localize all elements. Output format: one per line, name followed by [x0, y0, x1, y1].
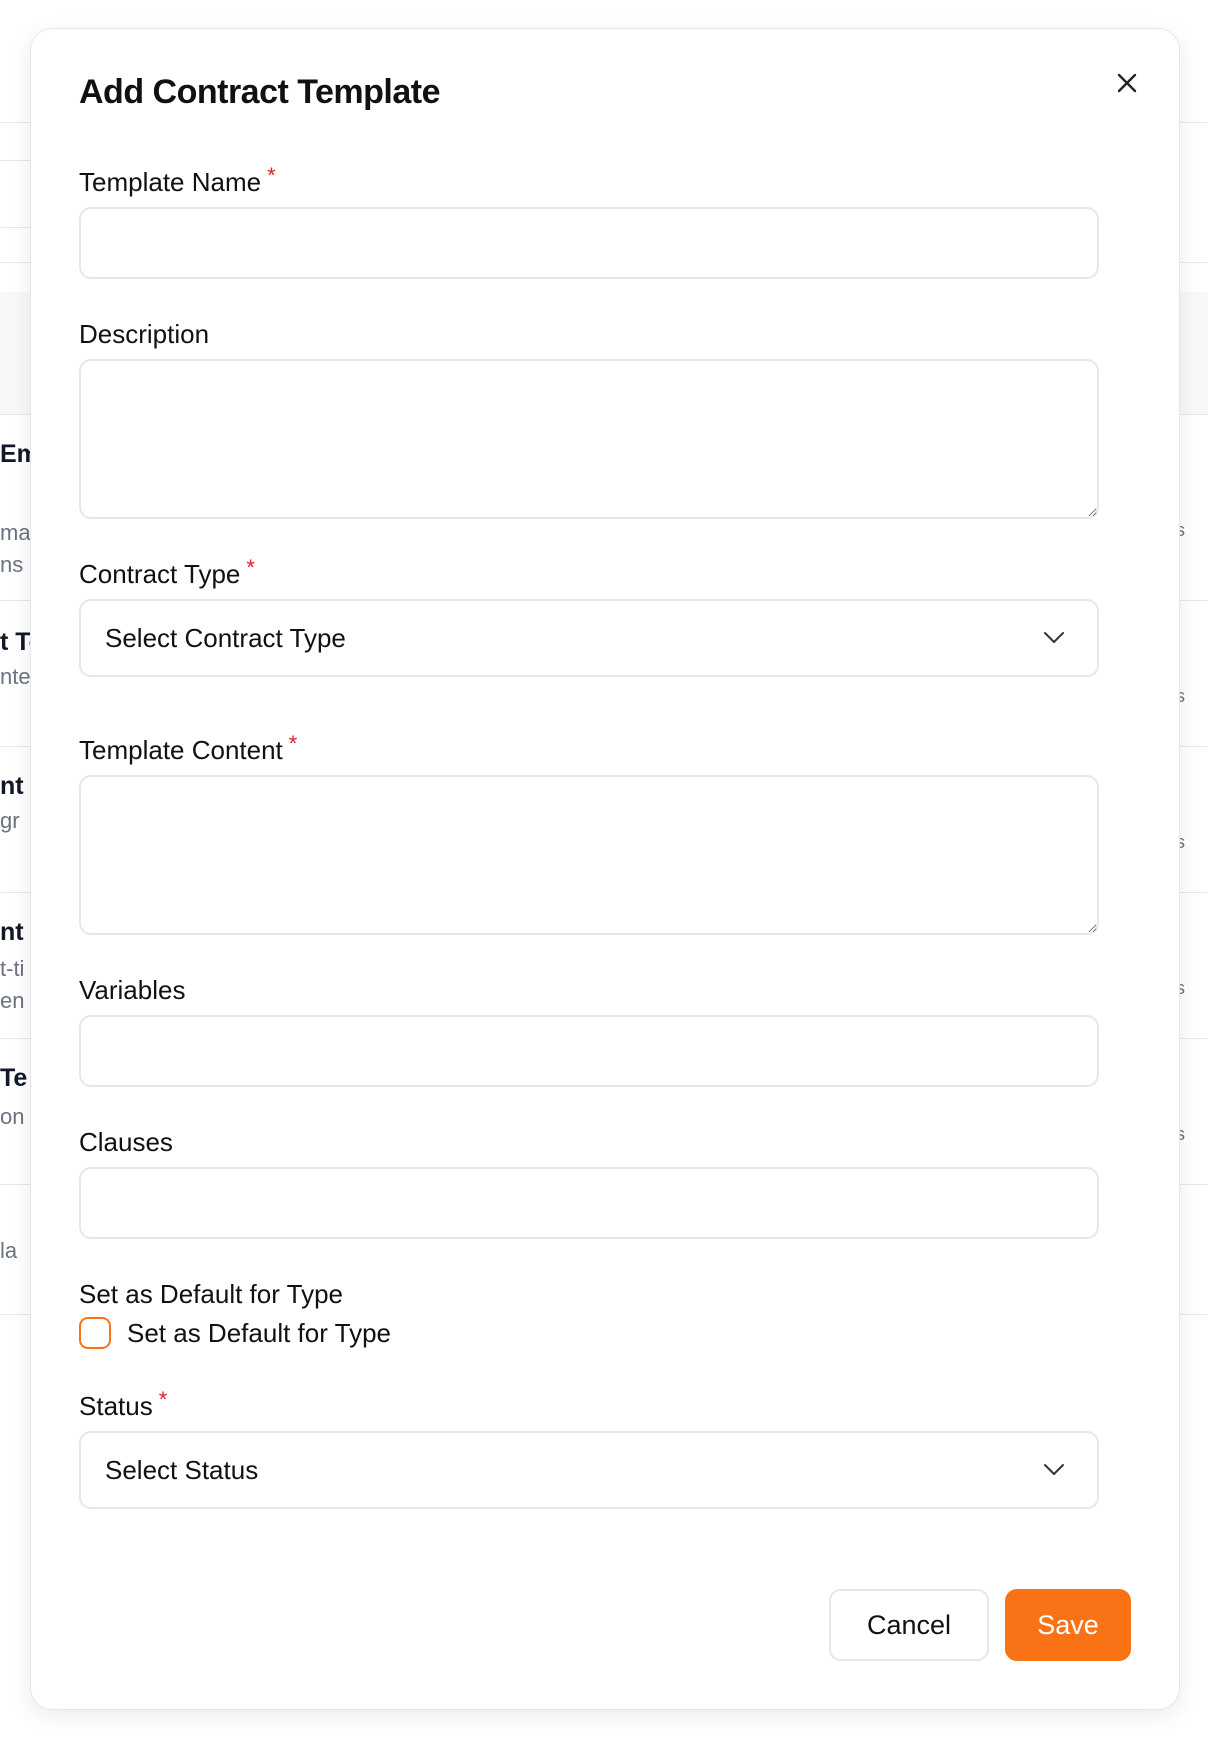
contract-type-label-text: Contract Type: [79, 559, 241, 589]
template-name-label: Template Name *: [79, 163, 276, 198]
template-name-label-text: Template Name: [79, 167, 262, 197]
modal-title: Add Contract Template: [79, 73, 441, 111]
status-label: Status *: [79, 1387, 167, 1422]
required-indicator: *: [267, 163, 276, 188]
close-button[interactable]: [1107, 63, 1147, 103]
cancel-button[interactable]: Cancel: [829, 1589, 989, 1661]
default-for-type-label: Set as Default for Type: [79, 1279, 343, 1310]
status-selected-value: Select Status: [105, 1454, 259, 1485]
template-content-label-text: Template Content: [79, 735, 283, 765]
variables-input[interactable]: [79, 1015, 1099, 1087]
save-button[interactable]: Save: [1005, 1589, 1131, 1661]
chevron-down-icon: [1041, 1457, 1067, 1483]
bg-text-fragment: la: [0, 1238, 18, 1263]
variables-label-text: Variables: [79, 975, 186, 1005]
bg-text-fragment: Te: [0, 1064, 28, 1092]
template-name-input[interactable]: [79, 207, 1099, 279]
variables-label: Variables: [79, 975, 185, 1006]
contract-type-select[interactable]: Select Contract Type: [79, 599, 1099, 677]
description-label: Description: [79, 319, 209, 350]
clauses-input[interactable]: [79, 1167, 1099, 1239]
status-select[interactable]: Select Status: [79, 1431, 1099, 1509]
template-content-textarea[interactable]: [79, 775, 1099, 935]
required-indicator: *: [158, 1387, 168, 1412]
required-indicator: *: [246, 555, 255, 580]
close-icon: [1117, 73, 1137, 93]
bg-text-fragment: nte: [0, 664, 31, 689]
add-contract-template-modal: Add Contract Template Template Name * Des…: [30, 28, 1180, 1710]
description-label-text: Description: [79, 319, 210, 349]
default-for-type-checkbox-label[interactable]: Set as Default for Type: [127, 1318, 391, 1349]
clauses-label-text: Clauses: [79, 1127, 173, 1157]
clauses-label: Clauses: [79, 1127, 173, 1158]
required-indicator: *: [288, 731, 298, 756]
description-textarea[interactable]: [79, 359, 1099, 519]
bg-text-fragment: en: [0, 988, 25, 1013]
bg-text-fragment: t-ti: [0, 956, 25, 981]
bg-text-fragment: on: [0, 1104, 25, 1129]
default-for-type-label-text: Set as Default for Type: [79, 1279, 343, 1309]
chevron-down-icon: [1041, 625, 1067, 651]
status-label-text: Status: [79, 1391, 153, 1421]
template-content-label: Template Content *: [79, 731, 297, 766]
bg-text-fragment: ma: [0, 520, 31, 545]
default-for-type-checkbox-row[interactable]: Set as Default for Type: [79, 1317, 391, 1349]
contract-type-selected-value: Select Contract Type: [105, 622, 346, 653]
contract-type-label: Contract Type *: [79, 555, 255, 590]
bg-text-fragment: ns: [0, 552, 24, 577]
bg-text-fragment: gr: [0, 808, 20, 833]
default-for-type-checkbox[interactable]: [79, 1317, 111, 1349]
